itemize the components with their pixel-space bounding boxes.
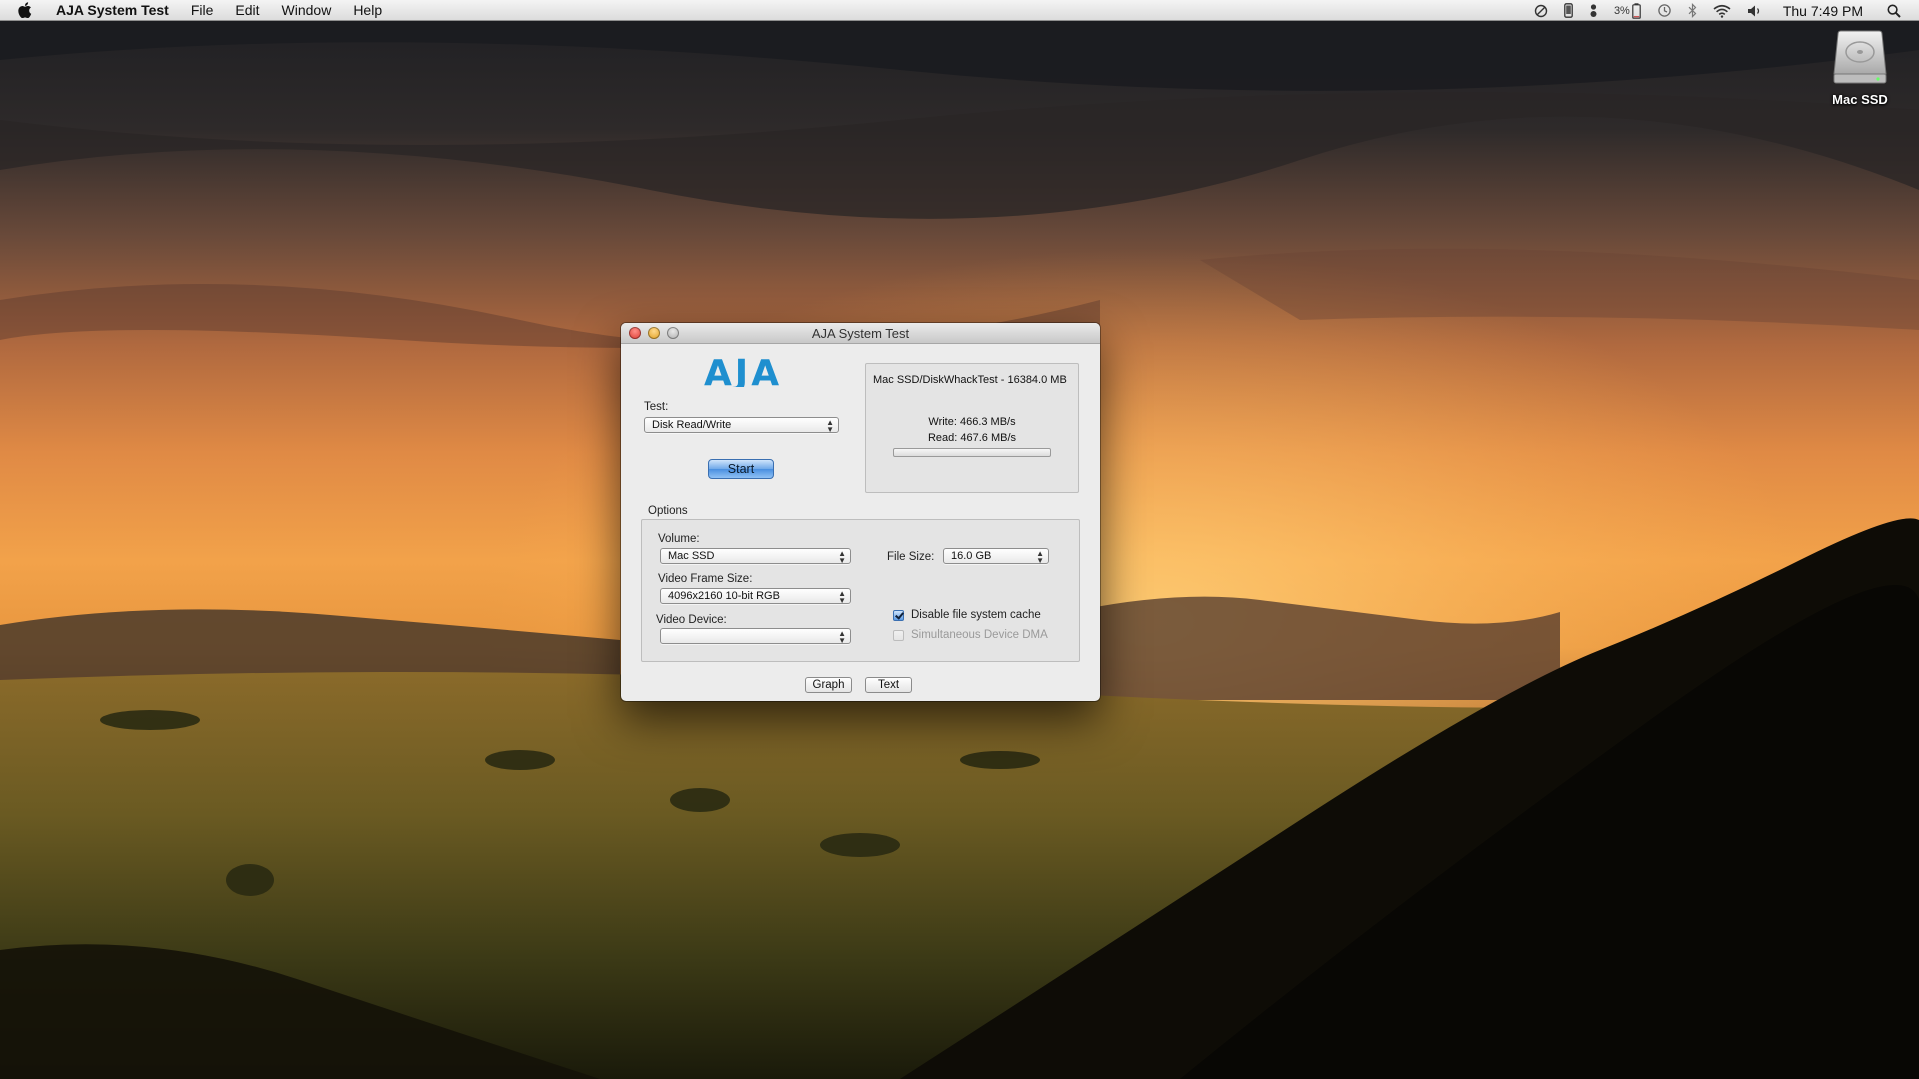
read-speed: Read: 467.6 MB/s	[927, 432, 1017, 444]
volume-label: Volume:	[658, 533, 700, 545]
spotlight-search-icon[interactable]	[1887, 0, 1901, 21]
phone-icon[interactable]	[1564, 0, 1573, 21]
file-size-label: File Size:	[887, 551, 935, 563]
text-button[interactable]: Text	[865, 677, 912, 693]
video-device-label: Video Device:	[656, 614, 727, 626]
graph-button[interactable]: Graph	[805, 677, 852, 693]
select-arrows-icon: ▲ ▼	[838, 549, 846, 565]
wifi-icon[interactable]	[1713, 0, 1731, 21]
aja-logo: AJA	[704, 357, 782, 387]
battery-percent[interactable]: 3%	[1614, 0, 1630, 21]
user-icon[interactable]	[1589, 0, 1598, 21]
test-label: Test:	[644, 401, 669, 413]
select-arrows-icon: ▲ ▼	[838, 629, 846, 645]
time-machine-icon[interactable]	[1657, 0, 1672, 21]
menu-clock[interactable]: Thu 7:49 PM	[1783, 0, 1863, 21]
select-arrows-icon: ▲ ▼	[1036, 549, 1044, 565]
status-menus: 3% Thu 7:49 PM	[1526, 0, 1919, 21]
test-type-select[interactable]: Disk Read/Write ▲ ▼	[644, 417, 839, 434]
start-button[interactable]: Start	[708, 459, 774, 479]
frame-size-select[interactable]: 4096x2160 10-bit RGB ▲ ▼	[660, 588, 851, 605]
select-arrows-icon: ▲ ▼	[826, 418, 834, 434]
options-label: Options	[648, 505, 688, 517]
menu-help[interactable]: Help	[342, 0, 393, 21]
write-speed: Write: 466.3 MB/s	[928, 416, 1016, 428]
test-type-value: Disk Read/Write	[652, 419, 732, 431]
file-size-select[interactable]: 16.0 GB ▲ ▼	[943, 548, 1049, 565]
window-title: AJA System Test	[811, 326, 910, 341]
simultaneous-dma-label: Simultaneous Device DMA	[911, 629, 1048, 641]
simultaneous-dma-checkbox[interactable]	[893, 630, 904, 641]
menu-window[interactable]: Window	[271, 0, 343, 21]
menu-file[interactable]: File	[180, 0, 225, 21]
bluetooth-icon[interactable]	[1688, 0, 1697, 21]
select-arrows-icon: ▲ ▼	[838, 589, 846, 605]
aja-system-test-window: AJA System Test AJA Test: Disk Read/Writ…	[621, 323, 1100, 701]
menu-app-name[interactable]: AJA System Test	[50, 0, 180, 21]
do-not-disturb-icon[interactable]	[1534, 0, 1548, 21]
results-panel: Mac SSD/DiskWhackTest - 16384.0 MB Write…	[865, 363, 1079, 493]
menu-bar: AJA System Test File Edit Window Help 3%…	[0, 0, 1919, 21]
volume-value: Mac SSD	[668, 550, 715, 562]
file-size-value: 16.0 GB	[951, 550, 992, 562]
disable-cache-checkbox[interactable]	[893, 610, 904, 621]
battery-icon[interactable]	[1632, 0, 1641, 21]
test-progress-bar	[893, 448, 1051, 457]
test-file-path: Mac SSD/DiskWhackTest - 16384.0 MB	[873, 374, 1067, 386]
video-device-select[interactable]: ▲ ▼	[660, 628, 851, 645]
apple-menu-icon[interactable]	[18, 2, 40, 18]
svg-text:AJA: AJA	[704, 357, 782, 387]
volume-icon[interactable]	[1747, 0, 1763, 21]
frame-size-label: Video Frame Size:	[658, 573, 753, 585]
volume-select[interactable]: Mac SSD ▲ ▼	[660, 548, 851, 565]
options-panel: Volume: Mac SSD ▲ ▼ Video Frame Size: 409…	[641, 519, 1080, 662]
frame-size-value: 4096x2160 10-bit RGB	[668, 590, 780, 602]
desktop-icon-mac-ssd[interactable]: Mac SSD	[1812, 28, 1908, 107]
disable-cache-label[interactable]: Disable file system cache	[911, 609, 1041, 621]
desktop-icon-label: Mac SSD	[1832, 92, 1888, 107]
window-titlebar[interactable]: AJA System Test	[621, 323, 1100, 344]
hard-drive-icon	[1833, 30, 1887, 84]
menu-edit[interactable]: Edit	[224, 0, 270, 21]
